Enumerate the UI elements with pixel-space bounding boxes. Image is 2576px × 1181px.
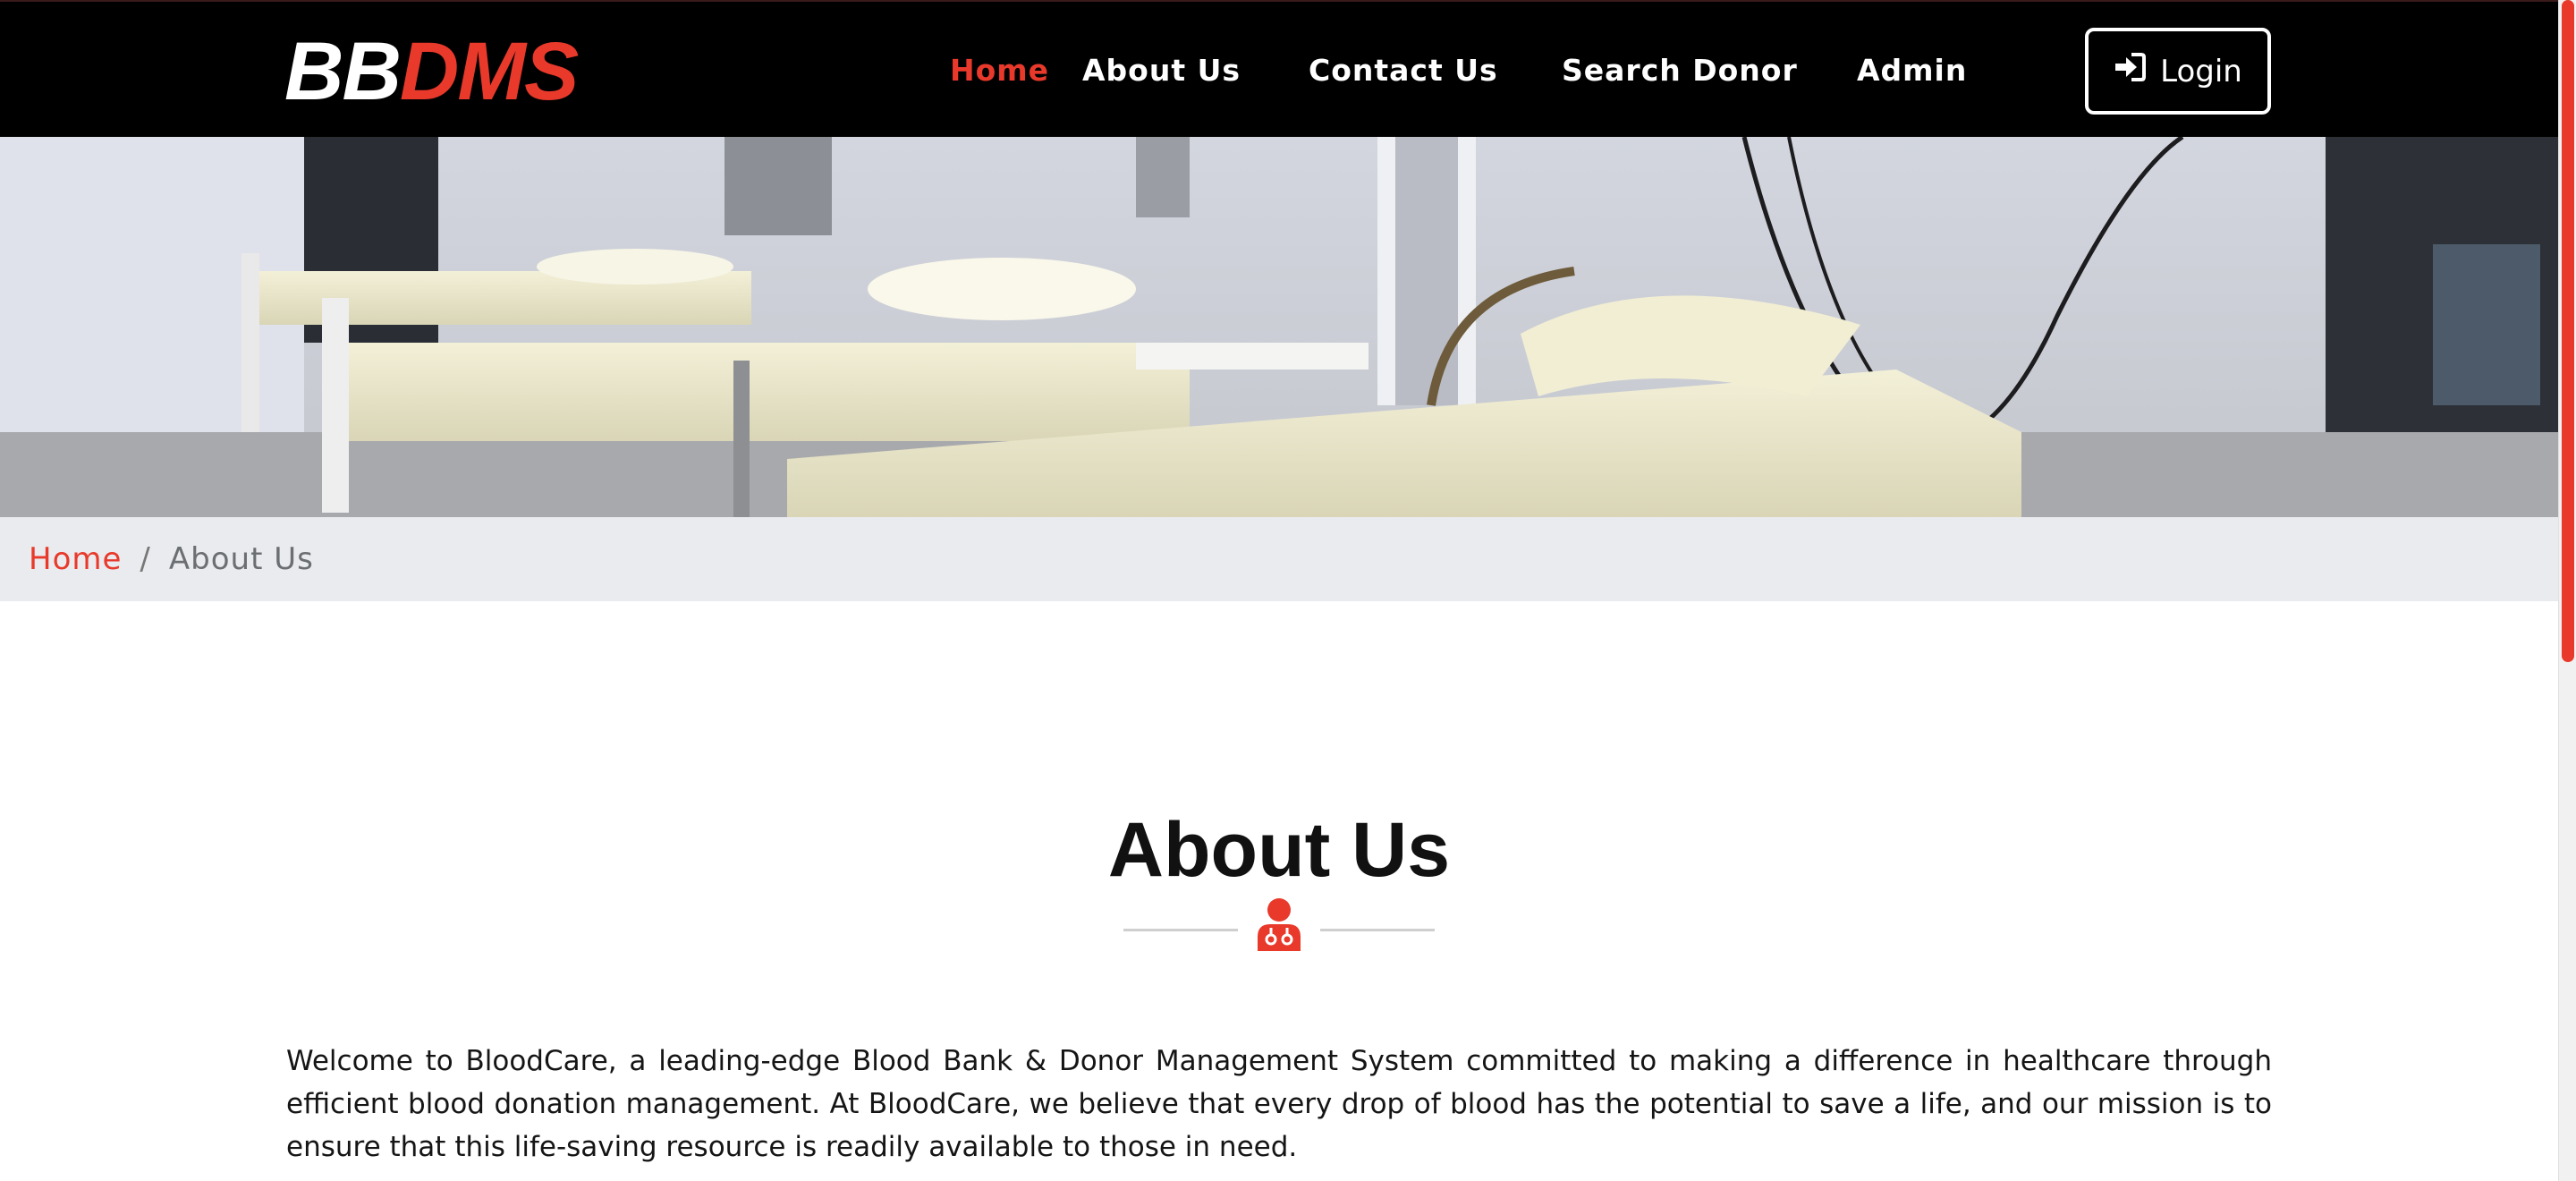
nav-link-admin[interactable]: Admin [1857, 48, 1967, 93]
nav-link-about-us[interactable]: About Us [1082, 48, 1241, 93]
page-scrollbar[interactable] [2558, 0, 2576, 1181]
user-doctor-icon [1256, 897, 1302, 951]
breadcrumb-separator: / [140, 541, 151, 577]
breadcrumb-home-link[interactable]: Home [29, 541, 122, 577]
breadcrumb-current: About Us [168, 541, 314, 577]
brand-logo[interactable]: BBDMS [284, 26, 579, 117]
breadcrumb: Home / About Us [0, 517, 2558, 601]
about-paragraph: Welcome to BloodCare, a leading-edge Blo… [286, 1045, 2272, 1163]
nav-link-contact-us[interactable]: Contact Us [1309, 48, 1498, 93]
login-button[interactable]: Login [2085, 28, 2271, 115]
scrollbar-thumb[interactable] [2562, 0, 2574, 662]
title-divider [1123, 897, 1435, 951]
hero-banner-image [0, 137, 2558, 517]
divider-line-right [1320, 929, 1435, 931]
nav-link-home[interactable]: Home [950, 48, 1049, 93]
brand-logo-part1: BB [284, 26, 402, 117]
nav-link-search-donor[interactable]: Search Donor [1562, 48, 1798, 93]
top-navbar: BBDMS Home About Us Contact Us Search Do… [0, 0, 2558, 137]
brand-logo-part2: DMS [399, 26, 579, 117]
sign-in-icon [2114, 52, 2147, 90]
divider-line-left [1123, 929, 1238, 931]
login-button-label: Login [2160, 53, 2242, 89]
page-title: About Us [1107, 807, 1451, 893]
